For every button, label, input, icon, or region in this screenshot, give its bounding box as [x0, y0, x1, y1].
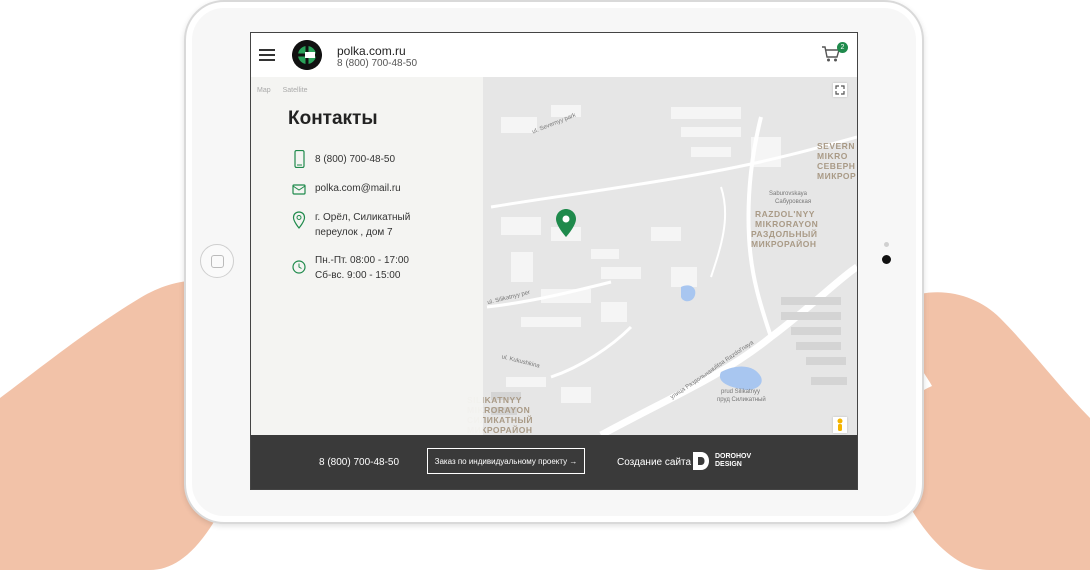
menu-icon[interactable] — [259, 49, 275, 61]
map-tab-map[interactable]: Map — [257, 87, 271, 94]
footer-phone[interactable]: 8 (800) 700-48-50 — [319, 457, 399, 468]
dorohov-logo-icon[interactable] — [691, 451, 711, 471]
contact-phone[interactable]: 8 (800) 700-48-50 — [315, 152, 395, 167]
map-label-razdolny-cyr: РАЗДОЛЬНЫЙ МИКРОРАЙОН — [751, 229, 818, 249]
header-phone[interactable]: 8 (800) 700-48-50 — [337, 58, 417, 69]
tablet-screen: polka.com.ru 8 (800) 700-48-50 2 SEVERN … — [250, 32, 858, 490]
map-tab-satellite[interactable]: Satellite — [283, 87, 308, 94]
contact-email[interactable]: polka.com@mail.ru — [315, 181, 401, 196]
location-pin-icon[interactable] — [556, 209, 576, 237]
mail-icon — [292, 184, 306, 195]
site-header: polka.com.ru 8 (800) 700-48-50 2 — [251, 33, 857, 77]
page-title: Контакты — [288, 108, 378, 129]
made-by-label: Создание сайта — [617, 457, 692, 468]
fullscreen-icon — [835, 85, 845, 95]
map-label-saburovskaya-lat: Saburovskaya — [769, 191, 808, 197]
map-label-prud-cyr: пруд Силикатный — [717, 397, 766, 403]
home-button[interactable] — [200, 244, 234, 278]
fullscreen-button[interactable] — [833, 83, 847, 97]
hours-line-1: Пн.-Пт. 08:00 - 17:00 — [315, 255, 409, 266]
site-name[interactable]: polka.com.ru — [337, 44, 406, 58]
cart-count-badge: 2 — [837, 42, 848, 53]
map-label-prud-lat: prud Silikatnyy — [721, 389, 761, 395]
address-line-1: г. Орёл, Силикатный — [315, 212, 411, 223]
phone-icon — [294, 150, 305, 168]
light-sensor — [884, 242, 889, 247]
site-footer: 8 (800) 700-48-50 Заказ по индивидуально… — [251, 435, 857, 489]
clock-icon — [292, 260, 306, 274]
address-line-2: переулок , дом 7 — [315, 227, 393, 238]
map-label-severny-cyr: СЕВЕРН МИКРОР — [817, 161, 857, 181]
map-marker-icon — [292, 211, 306, 229]
camera-icon — [882, 255, 891, 264]
map-label-severny-lat: SEVERN MIKRO — [817, 141, 855, 161]
hours-line-2: Сб-вс. 9:00 - 15:00 — [315, 270, 401, 281]
studio-line-1: DOROHOV — [715, 453, 752, 460]
studio-name[interactable]: DOROHOV DESIGN — [715, 453, 751, 469]
contact-address: г. Орёл, Силикатный переулок , дом 7 — [315, 210, 410, 240]
contacts-panel: Map Satellite Контакты 8 (800) 700-48-50 … — [251, 77, 483, 435]
map-type-tabs[interactable]: Map Satellite — [257, 87, 320, 94]
contact-hours: Пн.-Пт. 08:00 - 17:00 Сб-вс. 9:00 - 15:0… — [315, 253, 409, 283]
map-label-saburovskaya-cyr: Сабуровская — [775, 199, 812, 205]
street-view-button[interactable] — [833, 417, 847, 433]
pegman-icon — [837, 418, 843, 431]
logo-icon — [292, 40, 322, 70]
studio-line-2: DESIGN — [715, 461, 742, 468]
map-label-razdolny-lat: RAZDOL'NYY MIKRORAYON — [755, 209, 819, 229]
order-custom-project-button[interactable]: Заказ по индивидуальному проекту → — [427, 448, 585, 474]
